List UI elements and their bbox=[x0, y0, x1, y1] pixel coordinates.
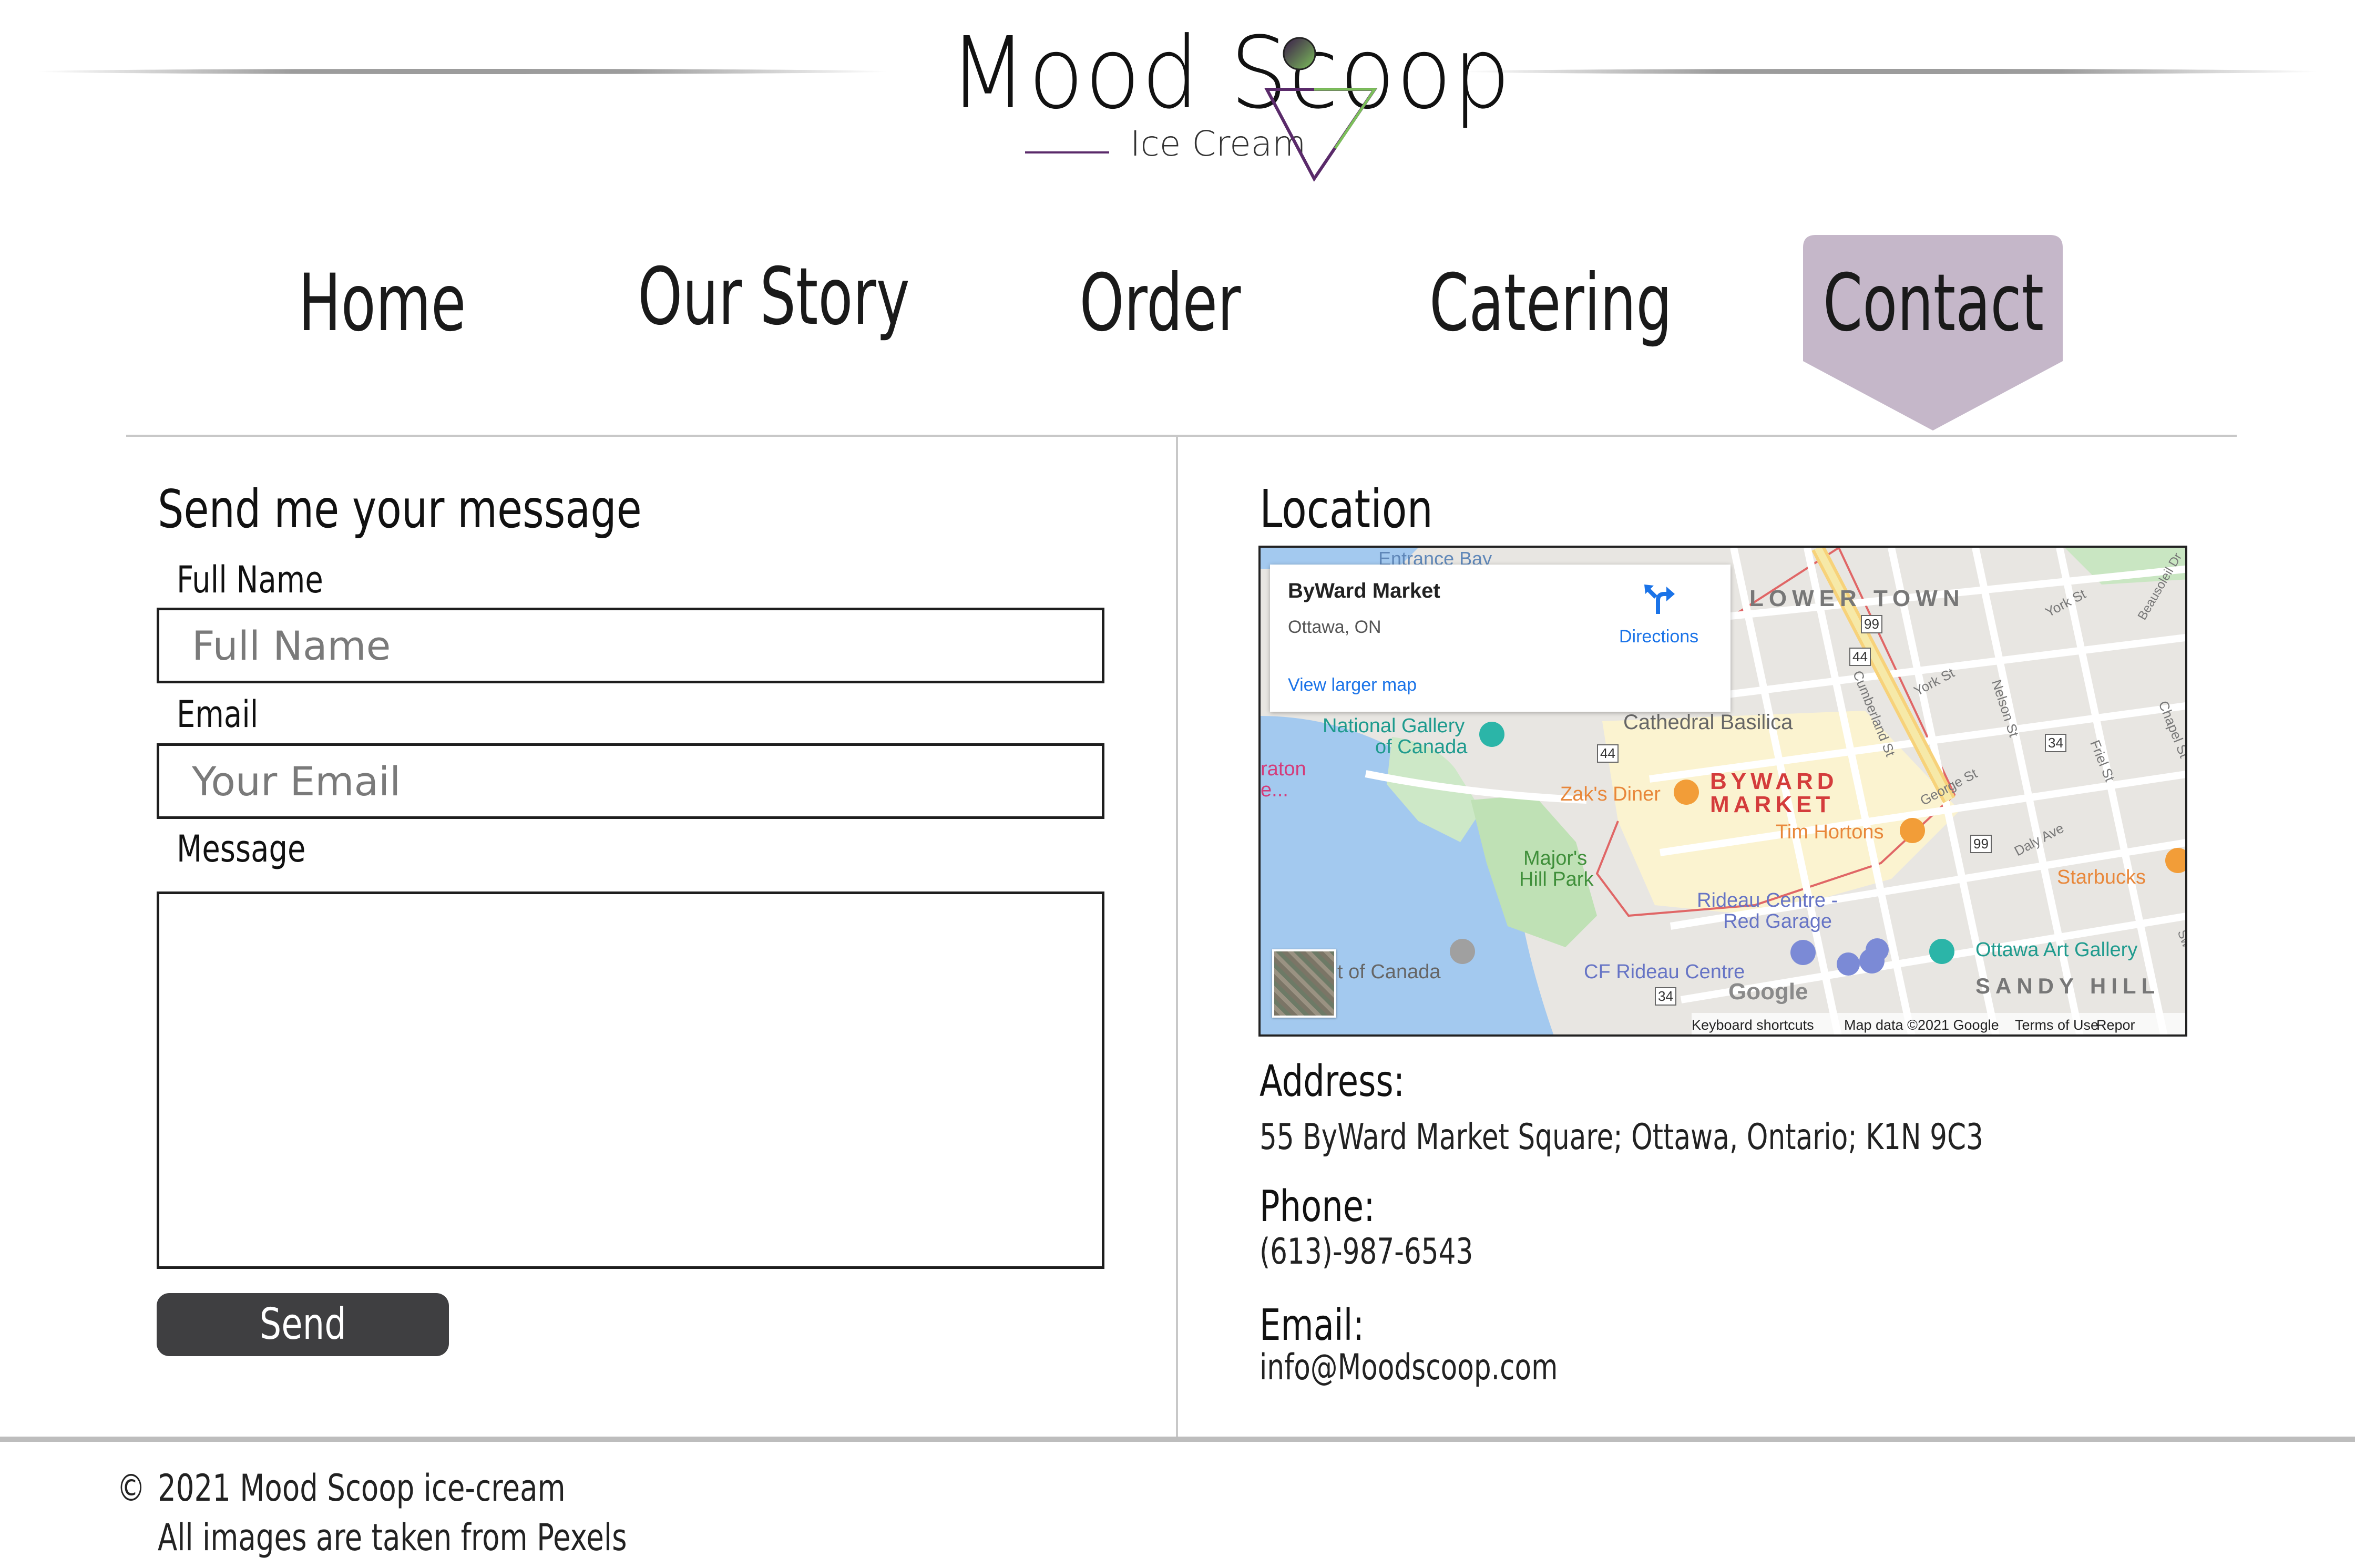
map-label-sandy-hill: SANDY HILL bbox=[1975, 973, 2161, 998]
image-credit: All images are taken from Pexels bbox=[158, 1516, 627, 1559]
send-button-label: Send bbox=[259, 1299, 346, 1349]
full-name-field-box bbox=[157, 608, 1104, 683]
map-label-byward: BYWARD bbox=[1710, 768, 1838, 794]
column-divider bbox=[1176, 436, 1178, 1440]
address-value: 55 ByWard Market Square; Ottawa, Ontario… bbox=[1260, 1116, 1983, 1158]
brand-logo[interactable]: Mood Scoop Ice Cream bbox=[941, 16, 1511, 182]
location-title: Location bbox=[1260, 478, 1433, 540]
nav-order[interactable]: Order bbox=[990, 258, 1330, 349]
message-field-box bbox=[157, 891, 1104, 1269]
route-badge: 99 bbox=[1970, 835, 1992, 853]
map-label-of-canada: of Canada bbox=[1375, 736, 1468, 758]
map-label-zaks-diner: Zak's Diner bbox=[1560, 783, 1661, 805]
email-info-label: Email: bbox=[1260, 1300, 1365, 1350]
phone-label: Phone: bbox=[1260, 1182, 1375, 1232]
map-label-market: MARKET bbox=[1710, 792, 1835, 817]
map-label-tim-hortons: Tim Hortons bbox=[1776, 821, 1884, 843]
satellite-toggle[interactable] bbox=[1272, 949, 1336, 1018]
view-larger-map-link[interactable]: View larger map bbox=[1288, 675, 1417, 695]
map-label-majors: Major's bbox=[1523, 847, 1588, 869]
map-label-national-gallery: National Gallery bbox=[1323, 715, 1465, 737]
full-name-input[interactable] bbox=[159, 610, 1102, 681]
nav-home[interactable]: Home bbox=[212, 258, 552, 349]
map-data-attribution: Map data ©2021 Google bbox=[1844, 1017, 1999, 1033]
map-label-hill-park: Hill Park bbox=[1519, 868, 1594, 890]
route-badge: 44 bbox=[1597, 744, 1619, 763]
full-name-label: Full Name bbox=[177, 558, 323, 601]
ice-cream-cone-icon bbox=[1264, 37, 1378, 182]
brand-name: Mood Scoop bbox=[949, 16, 1512, 131]
message-label: Message bbox=[177, 827, 306, 870]
google-logo: Google bbox=[1728, 979, 1808, 1005]
header-rule-right bbox=[1461, 69, 2318, 74]
nav-catering[interactable]: Catering bbox=[1380, 258, 1721, 349]
nav-divider bbox=[126, 435, 2237, 437]
email-input[interactable] bbox=[159, 746, 1102, 816]
header-rule-left bbox=[37, 69, 888, 74]
map-label-cathedral: Cathedral Basilica bbox=[1623, 711, 1793, 734]
message-textarea[interactable] bbox=[159, 894, 1102, 1266]
route-badge: 34 bbox=[2045, 734, 2066, 752]
map-label-lower-town: LOWER TOWN bbox=[1749, 586, 1965, 611]
map-place-name: ByWard Market bbox=[1288, 579, 1440, 602]
map-label-rideau-centre: Rideau Centre - bbox=[1697, 889, 1838, 911]
email-value[interactable]: info@Moodscoop.com bbox=[1260, 1347, 1558, 1388]
directions-link[interactable]: Directions bbox=[1619, 627, 1698, 647]
map-label-t-of-canada: t of Canada bbox=[1337, 961, 1441, 983]
copyright-text: 2021 Mood Scoop ice-cream bbox=[158, 1467, 566, 1510]
address-label: Address: bbox=[1260, 1057, 1405, 1106]
keyboard-shortcuts-link[interactable]: Keyboard shortcuts bbox=[1692, 1017, 1814, 1033]
send-button[interactable]: Send bbox=[157, 1293, 449, 1356]
logo-dash bbox=[1025, 151, 1109, 153]
nav-our-story[interactable]: Our Story bbox=[603, 251, 944, 343]
form-title: Send me your message bbox=[158, 478, 642, 540]
nav-contact[interactable]: Contact bbox=[1763, 258, 2104, 349]
map-footer: Keyboard shortcuts Map data ©2021 Google… bbox=[1692, 1013, 2185, 1034]
map-label-sheraton: raton bbox=[1261, 758, 1306, 780]
map-label-ottawa-art-gallery: Ottawa Art Gallery bbox=[1975, 939, 2138, 961]
directions-icon[interactable] bbox=[1642, 582, 1676, 616]
map-label-sheraton-more: e... bbox=[1261, 779, 1288, 801]
phone-value[interactable]: (613)-987-6543 bbox=[1260, 1231, 1473, 1273]
route-badge: 44 bbox=[1849, 648, 1871, 666]
email-field-box bbox=[157, 743, 1104, 819]
terms-of-use-link[interactable]: Terms of Use bbox=[2015, 1017, 2098, 1033]
location-map[interactable]: Entrance Bay LOWER TOWN National Gallery… bbox=[1258, 546, 2187, 1037]
copyright-icon: © bbox=[117, 1467, 146, 1510]
map-place-city: Ottawa, ON bbox=[1288, 617, 1381, 637]
email-label: Email bbox=[177, 693, 259, 736]
route-badge: 99 bbox=[1861, 615, 1882, 633]
map-label-starbucks: Starbucks bbox=[2057, 866, 2146, 888]
map-label-red-garage: Red Garage bbox=[1723, 910, 1832, 932]
map-label-cf-rideau: CF Rideau Centre bbox=[1584, 961, 1745, 983]
map-info-card: ByWard Market Ottawa, ON View larger map… bbox=[1270, 565, 1731, 712]
footer-divider bbox=[0, 1437, 2355, 1442]
route-badge: 34 bbox=[1655, 987, 1676, 1006]
report-link[interactable]: Repor bbox=[2096, 1017, 2135, 1033]
